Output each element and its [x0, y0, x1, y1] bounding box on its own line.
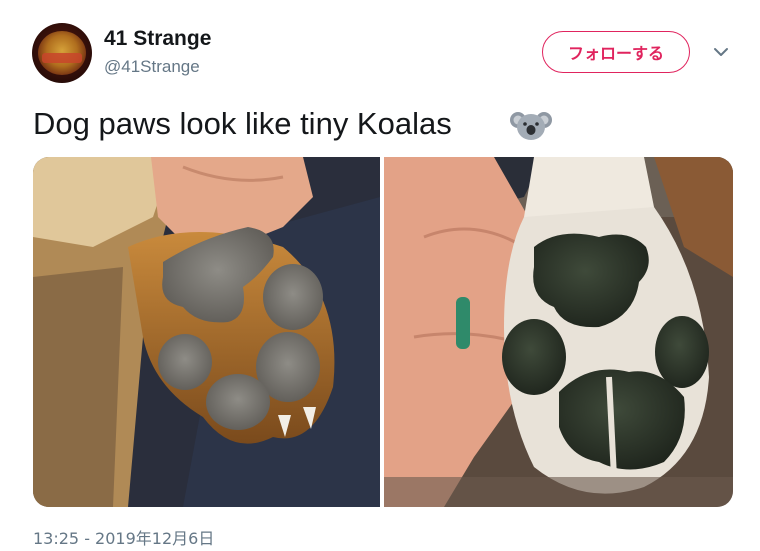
tweet-timestamp[interactable]: 13:25 - 2019年12月6日	[33, 525, 214, 549]
follow-button[interactable]: フォローする	[542, 31, 690, 73]
author-handle[interactable]: @41Strange	[104, 57, 200, 77]
dog-paw-photo-1[interactable]	[33, 157, 380, 507]
tweet-text: Dog paws look like tiny Koalas	[33, 106, 452, 141]
koala-emoji-icon	[510, 112, 552, 140]
author-display-name[interactable]: 41 Strange	[104, 27, 211, 51]
media-container[interactable]	[33, 157, 733, 507]
avatar[interactable]	[32, 23, 92, 83]
chevron-down-icon[interactable]	[711, 42, 731, 62]
dog-paw-photo-2[interactable]	[384, 157, 733, 507]
